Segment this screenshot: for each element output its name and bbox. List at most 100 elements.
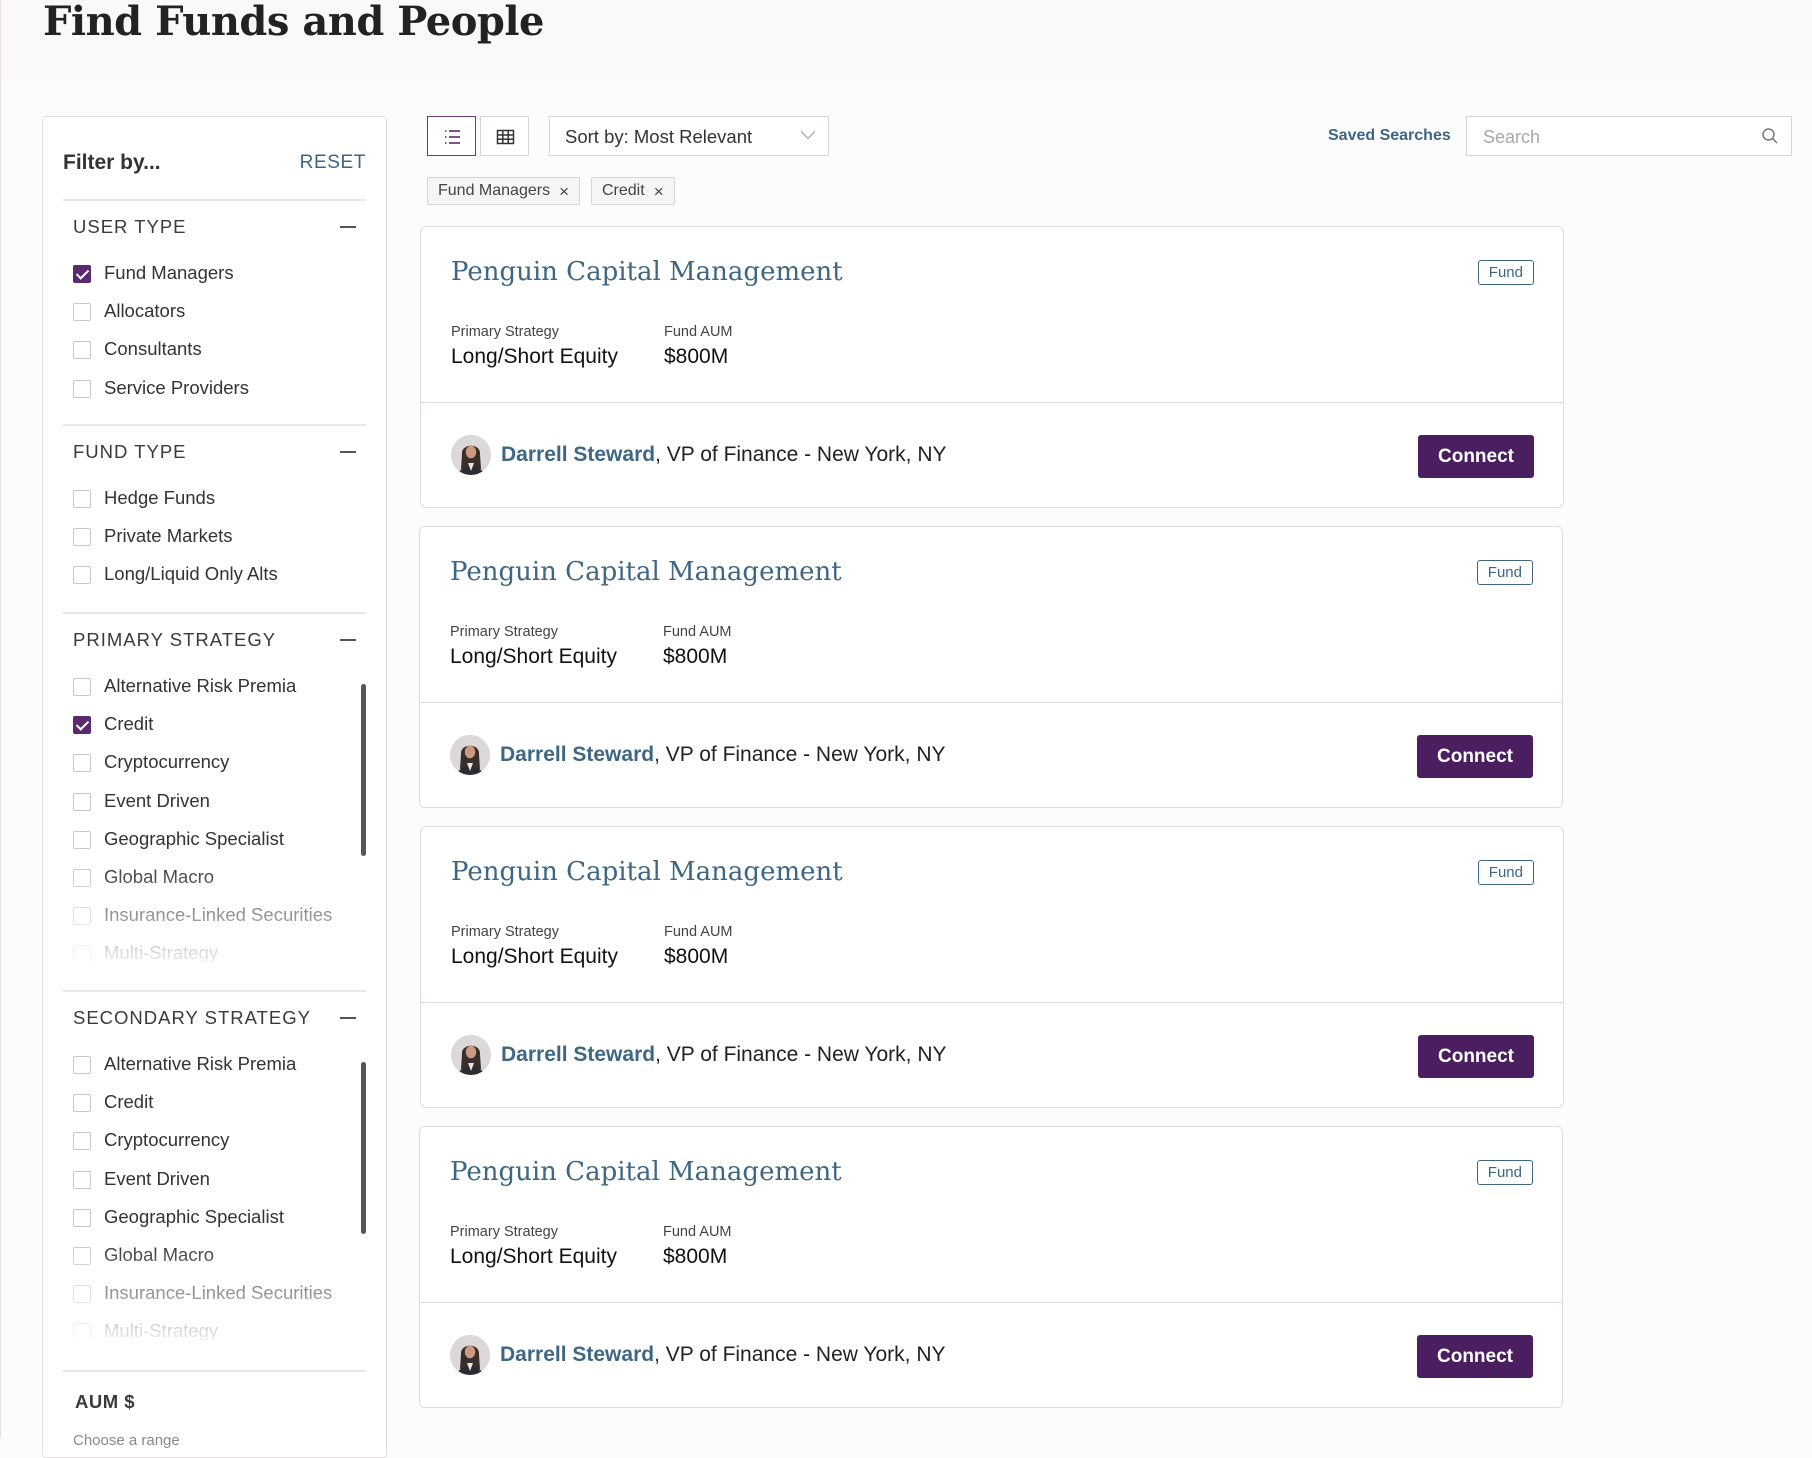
- option-label: Alternative Risk Premia: [104, 675, 297, 696]
- checkbox[interactable]: [73, 678, 91, 696]
- filter-option[interactable]: Alternative Risk Premia: [63, 670, 366, 708]
- section-title: SECONDARY STRATEGY: [73, 1007, 311, 1028]
- aum-value: $800M: [663, 645, 728, 668]
- connect-button[interactable]: Connect: [1418, 1035, 1534, 1078]
- checkbox[interactable]: [73, 490, 91, 508]
- contact-name-link[interactable]: Darrell Steward: [501, 1043, 655, 1066]
- list-view-button[interactable]: [427, 116, 476, 156]
- contact-name-link[interactable]: Darrell Steward: [500, 743, 654, 766]
- checkbox[interactable]: [73, 265, 91, 283]
- section-title: FUND TYPE: [73, 441, 187, 462]
- close-icon[interactable]: ×: [654, 183, 664, 200]
- filter-option[interactable]: Alternative Risk Premia: [63, 1048, 366, 1086]
- collapse-icon[interactable]: [340, 1017, 356, 1019]
- fund-name-link[interactable]: Penguin Capital Management: [451, 857, 843, 887]
- fund-name-link[interactable]: Penguin Capital Management: [451, 257, 843, 287]
- sort-dropdown[interactable]: Sort by: Most Relevant: [549, 116, 829, 156]
- checkbox[interactable]: [73, 754, 91, 773]
- avatar[interactable]: [451, 435, 491, 475]
- saved-searches-link[interactable]: Saved Searches: [1328, 127, 1451, 145]
- contact-name-link[interactable]: Darrell Steward: [501, 443, 655, 466]
- checkbox[interactable]: [73, 868, 91, 887]
- checkbox[interactable]: [73, 341, 91, 360]
- filter-option[interactable]: Insurance-Linked Securities: [63, 1277, 366, 1315]
- contact-detail: , VP of Finance - New York, NY: [654, 743, 946, 766]
- checkbox[interactable]: [73, 830, 91, 849]
- connect-button[interactable]: Connect: [1417, 735, 1533, 778]
- avatar[interactable]: [451, 1035, 491, 1075]
- checkbox[interactable]: [73, 1246, 91, 1265]
- close-icon[interactable]: ×: [559, 183, 569, 200]
- active-filter-chip: Fund Managers ×: [427, 177, 580, 205]
- option-label: Insurance-Linked Securities: [104, 1282, 333, 1304]
- filter-option[interactable]: Private Markets: [63, 520, 366, 558]
- filter-option[interactable]: Multi-Strategy: [63, 1315, 366, 1340]
- filter-option[interactable]: Event Driven: [63, 785, 366, 823]
- page-title: Find Funds and People: [43, 0, 544, 45]
- collapse-icon[interactable]: [340, 226, 356, 228]
- avatar[interactable]: [450, 735, 490, 775]
- aum-label: Fund AUM: [664, 924, 733, 940]
- search-icon[interactable]: [1761, 127, 1779, 145]
- search-input[interactable]: [1481, 125, 1745, 149]
- checkbox[interactable]: [73, 1094, 91, 1113]
- checkbox[interactable]: [73, 792, 91, 811]
- section-header: PRIMARY STRATEGY: [63, 614, 366, 670]
- checkbox[interactable]: [73, 1056, 91, 1074]
- connect-button[interactable]: Connect: [1417, 1335, 1533, 1378]
- connect-button[interactable]: Connect: [1418, 435, 1534, 478]
- result-card: Penguin Capital Management Fund Primary St…: [419, 1126, 1563, 1408]
- filter-option[interactable]: Cryptocurrency: [63, 746, 366, 784]
- collapse-icon[interactable]: [340, 451, 356, 453]
- fund-name-link[interactable]: Penguin Capital Management: [450, 557, 842, 587]
- filter-option[interactable]: Long/Liquid Only Alts: [63, 558, 366, 596]
- contact-line: Darrell Steward, VP of Finance - New Yor…: [501, 1043, 947, 1067]
- contact-detail: , VP of Finance - New York, NY: [655, 443, 947, 466]
- filter-option[interactable]: Credit: [63, 1086, 366, 1124]
- checkbox[interactable]: [73, 303, 91, 322]
- aum-range-prompt[interactable]: Choose a range: [73, 1432, 180, 1449]
- scroll-list: Alternative Risk Premia Credit Cryptocurre…: [63, 670, 366, 962]
- filter-option[interactable]: Geographic Specialist: [63, 1201, 366, 1239]
- fund-name-link[interactable]: Penguin Capital Management: [450, 1157, 842, 1187]
- type-badge: Fund: [1477, 260, 1534, 285]
- reset-button[interactable]: RESET: [300, 152, 366, 174]
- filter-option[interactable]: Fund Managers: [63, 257, 366, 295]
- checkbox[interactable]: [73, 528, 91, 547]
- checkbox[interactable]: [73, 1323, 91, 1340]
- option-list: Alternative Risk Premia Credit Cryptocurre…: [63, 670, 366, 962]
- filter-option[interactable]: Multi-Strategy: [63, 937, 366, 962]
- checkbox[interactable]: [73, 1208, 91, 1227]
- filter-option[interactable]: Allocators: [63, 295, 366, 333]
- aum-value: $800M: [664, 945, 729, 968]
- checkbox[interactable]: [73, 1285, 91, 1304]
- collapse-icon[interactable]: [340, 639, 356, 641]
- contact-line: Darrell Steward, VP of Finance - New Yor…: [500, 1343, 946, 1367]
- checkbox[interactable]: [73, 1132, 91, 1151]
- checkbox[interactable]: [73, 716, 91, 735]
- contact-name-link[interactable]: Darrell Steward: [500, 1343, 654, 1366]
- checkbox[interactable]: [73, 945, 91, 962]
- filter-option[interactable]: Hedge Funds: [63, 482, 366, 520]
- filter-option[interactable]: Cryptocurrency: [63, 1124, 366, 1162]
- filter-option[interactable]: Global Macro: [63, 1239, 366, 1277]
- filter-option[interactable]: Insurance-Linked Securities: [63, 899, 366, 937]
- avatar[interactable]: [450, 1335, 490, 1375]
- checkbox[interactable]: [73, 566, 91, 585]
- scrollbar[interactable]: [361, 1062, 366, 1234]
- filter-option[interactable]: Credit: [63, 708, 366, 746]
- card-divider: [420, 1302, 1562, 1303]
- checkbox[interactable]: [73, 379, 91, 398]
- checkbox[interactable]: [73, 907, 91, 926]
- filter-option[interactable]: Consultants: [63, 333, 366, 371]
- filter-option[interactable]: Service Providers: [63, 372, 366, 410]
- filter-option[interactable]: Geographic Specialist: [63, 823, 366, 861]
- grid-view-button[interactable]: [480, 116, 529, 156]
- filter-option[interactable]: Global Macro: [63, 861, 366, 899]
- aum-label: Fund AUM: [664, 324, 733, 340]
- checkbox[interactable]: [73, 1170, 91, 1189]
- scrollbar[interactable]: [361, 684, 366, 856]
- strategy-label: Primary Strategy: [451, 324, 559, 340]
- filter-option[interactable]: Event Driven: [63, 1163, 366, 1201]
- filter-section-secondary-strategy: SECONDARY STRATEGY Alternative Risk Prem…: [63, 990, 366, 1340]
